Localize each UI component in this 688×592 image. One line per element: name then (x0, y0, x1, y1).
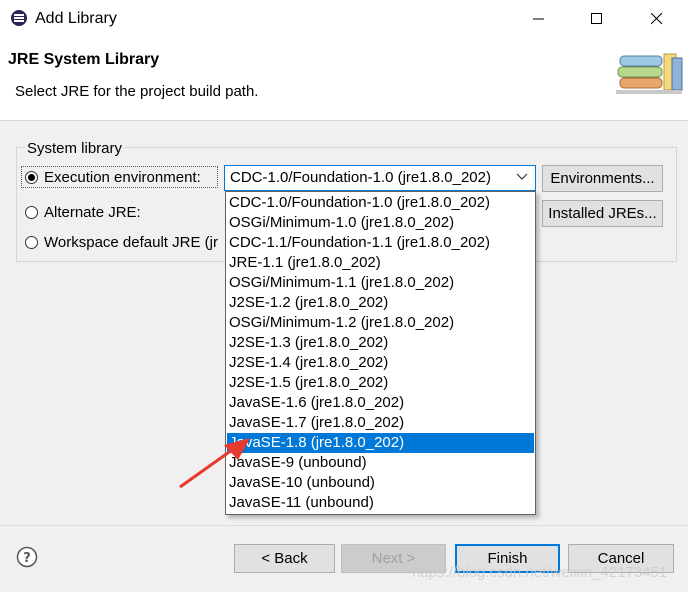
footer-divider (0, 525, 688, 526)
dropdown-option[interactable]: JavaSE-10 (unbound) (227, 473, 534, 493)
workspace-default-label: Workspace default JRE (jr (44, 234, 218, 251)
dropdown-option[interactable]: JRE-1.1 (jre1.8.0_202) (227, 253, 534, 273)
group-label: System library (25, 140, 125, 157)
alternate-jre-radio[interactable] (25, 206, 38, 219)
alternate-jre-label: Alternate JRE: (44, 204, 141, 221)
combo-value: CDC-1.0/Foundation-1.0 (jre1.8.0_202) (230, 169, 491, 186)
exec-env-radio[interactable] (25, 171, 38, 184)
back-button[interactable]: < Back (234, 544, 335, 573)
dropdown-option[interactable]: OSGi/Minimum-1.1 (jre1.8.0_202) (227, 273, 534, 293)
dropdown-option-selected[interactable]: JavaSE-1.8 (jre1.8.0_202) (227, 433, 534, 453)
close-icon (651, 13, 663, 25)
dropdown-option[interactable]: OSGi/Minimum-1.2 (jre1.8.0_202) (227, 313, 534, 333)
dropdown-option[interactable]: JavaSE-1.6 (jre1.8.0_202) (227, 393, 534, 413)
library-books-icon (616, 53, 683, 94)
minimize-button[interactable] (516, 0, 562, 38)
page-description: Select JRE for the project build path. (15, 83, 259, 100)
dropdown-option[interactable]: J2SE-1.2 (jre1.8.0_202) (227, 293, 534, 313)
maximize-icon (591, 13, 602, 24)
dropdown-option[interactable]: CDC-1.0/Foundation-1.0 (jre1.8.0_202) (227, 193, 534, 213)
watermark-text: https://blog.csdn.net/weixin_42173451 (412, 564, 668, 581)
window-title: Add Library (35, 10, 117, 27)
dropdown-option[interactable]: J2SE-1.5 (jre1.8.0_202) (227, 373, 534, 393)
dropdown-option[interactable]: CDC-1.1/Foundation-1.1 (jre1.8.0_202) (227, 233, 534, 253)
dropdown-option[interactable]: JavaSE-9 (unbound) (227, 453, 534, 473)
annotation-arrow-icon (179, 438, 250, 489)
svg-text:?: ? (23, 551, 31, 566)
exec-env-dropdown-list: CDC-1.0/Foundation-1.0 (jre1.8.0_202) OS… (225, 191, 536, 515)
eclipse-app-icon (11, 10, 27, 26)
minimize-icon (533, 18, 544, 20)
close-button[interactable] (634, 0, 680, 38)
dropdown-option[interactable]: J2SE-1.4 (jre1.8.0_202) (227, 353, 534, 373)
exec-env-label: Execution environment: (44, 169, 201, 186)
environments-button[interactable]: Environments... (542, 165, 663, 192)
dropdown-option[interactable]: J2SE-1.3 (jre1.8.0_202) (227, 333, 534, 353)
installed-jres-button[interactable]: Installed JREs... (542, 200, 663, 227)
workspace-default-radio[interactable] (25, 236, 38, 249)
help-icon[interactable]: ? (16, 546, 38, 568)
dropdown-option[interactable]: JavaSE-1.7 (jre1.8.0_202) (227, 413, 534, 433)
chevron-down-icon[interactable] (515, 170, 529, 184)
dropdown-option[interactable]: OSGi/Minimum-1.0 (jre1.8.0_202) (227, 213, 534, 233)
dropdown-option[interactable]: JavaSE-11 (unbound) (227, 493, 534, 513)
maximize-button[interactable] (574, 0, 620, 38)
page-title: JRE System Library (8, 51, 160, 68)
